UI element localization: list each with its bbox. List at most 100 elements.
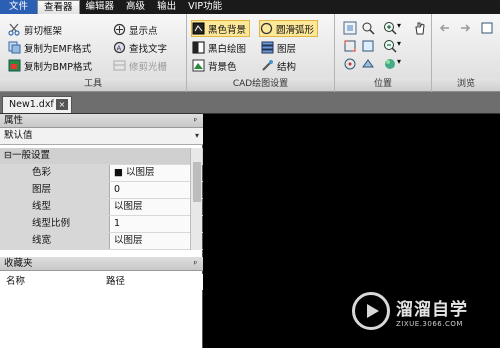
zoom-in-icon[interactable] [383,21,397,35]
property-value[interactable]: 以图层 [111,199,189,215]
menu-advanced[interactable]: 高级 [120,0,151,14]
smooth-arc-icon [260,22,273,35]
play-logo-icon [352,292,390,330]
property-row[interactable]: 线宽 以图层 [0,233,203,250]
chevron-down-icon[interactable]: ▾ [397,39,411,53]
property-row[interactable]: 图层 0 [0,182,203,199]
menu-file[interactable]: 文件 [0,0,38,14]
document-tab[interactable]: New1.dxf × [2,96,72,113]
watermark-url: ZIXUE.3066.COM [396,319,463,328]
property-row[interactable]: 色彩 ■ 以图层 [0,165,203,182]
menu-viewer[interactable]: 查看器 [37,0,80,14]
layers-icon [261,41,274,54]
fit-page-icon[interactable] [343,39,357,53]
property-row[interactable]: 线型比例 1 [0,216,203,233]
properties-dropdown[interactable]: 默认值 ▾ [0,128,203,145]
tools-caption: 工具 [0,78,186,91]
property-row[interactable]: 线型 以图层 [0,199,203,216]
column-path[interactable]: 路径 [106,274,125,290]
trim-raster-label: 修剪光栅 [129,61,168,73]
category-label: ⊟一般设置 [0,148,203,164]
clip-frame-label: 剪切框架 [24,25,63,37]
watermark: 溜溜自学 ZIXUE.3066.COM [352,284,472,338]
back-arrow-icon[interactable] [438,21,452,35]
pan-hand-icon[interactable] [413,21,427,35]
copy-bmp-button[interactable]: 复制为BMP格式 [8,57,92,74]
copy-emf-label: 复制为EMF格式 [24,43,92,55]
property-key: 线型 [0,199,110,215]
3d-view-icon[interactable] [383,57,397,71]
view-icon[interactable] [361,57,375,71]
structure-label: 结构 [277,61,297,73]
points-icon [113,23,126,36]
left-panel: 属性 ᵖ 默认值 ▾ ⊟一般设置 色彩 ■ 以图层 图层 0 线型 以图层 线型… [0,114,203,348]
property-value[interactable]: ■ 以图层 [111,165,189,181]
layers-button[interactable]: 图层 [261,39,296,56]
find-text-button[interactable]: A 查找文字 [113,39,167,56]
find-text-label: 查找文字 [129,43,168,55]
menu-output[interactable]: 输出 [151,0,182,14]
trim-raster-button[interactable]: 修剪光栅 [113,57,167,74]
property-grid: ⊟一般设置 色彩 ■ 以图层 图层 0 线型 以图层 线型比例 1 线宽 以图层 [0,148,203,250]
close-icon[interactable]: × [56,99,68,110]
monochrome-drawing-button[interactable]: 黑白绘图 [192,39,246,56]
smooth-arcs-button[interactable]: 圆滑弧形 [259,20,319,37]
scrollbar-thumb[interactable] [193,162,201,202]
property-scrollbar[interactable] [190,148,202,250]
property-value[interactable]: 以图层 [111,233,189,249]
svg-text:A: A [117,45,122,53]
document-tab-title: New1.dxf [9,99,54,110]
zoom-out-icon[interactable] [383,39,397,53]
zoom-window-icon[interactable] [361,21,375,35]
show-points-button[interactable]: 显示点 [113,21,158,38]
background-color-label: 背景色 [208,61,237,73]
structure-icon [261,59,274,72]
find-text-icon: A [113,41,126,54]
background-color-button[interactable]: 背景色 [192,57,237,74]
zoom-extents-icon[interactable] [343,21,357,35]
position-caption: 位置 [335,78,431,91]
browse-sheet-icon[interactable] [480,21,494,35]
chevron-down-icon: ▾ [194,131,199,140]
chevron-down-icon[interactable]: ▾ [397,57,411,71]
monochrome-icon [192,41,205,54]
property-key: 线型比例 [0,216,110,232]
orbit-icon[interactable] [343,57,357,71]
pin-icon[interactable]: ᵖ [194,257,197,270]
menu-vip[interactable]: VIP功能 [182,0,228,14]
copy-emf-button[interactable]: 复制为EMF格式 [8,39,91,56]
black-background-icon [192,22,205,35]
trim-raster-icon [113,59,126,72]
properties-title: 属性 [4,115,24,126]
copy-emf-icon [8,41,21,54]
chevron-down-icon[interactable]: ▾ [397,21,411,35]
property-category[interactable]: ⊟一般设置 [0,148,203,165]
browse-caption: 浏览 [432,78,500,91]
column-name[interactable]: 名称 [6,274,25,290]
scissors-icon [8,23,21,36]
structure-button[interactable]: 结构 [261,57,296,74]
monochrome-drawing-label: 黑白绘图 [208,43,247,55]
forward-arrow-icon[interactable] [458,21,472,35]
property-key: 色彩 [0,165,110,181]
favorites-header: 收藏夹 ᵖ [0,257,203,271]
properties-header: 属性 ᵖ [0,114,203,128]
pin-icon[interactable]: ᵖ [194,114,197,127]
property-value[interactable]: 1 [111,216,189,232]
favorites-column-header: 名称 路径 [0,274,203,290]
cad-settings-caption: CAD绘图设置 [187,78,334,91]
copy-bmp-icon [8,59,21,72]
property-key: 图层 [0,182,110,198]
browse-group: 浏览 [432,14,500,92]
ribbon: 剪切框架 复制为EMF格式 复制为BMP格式 显示点 A 查找文字 修剪光栅 工… [0,14,500,92]
document-tab-bar: New1.dxf × [0,92,500,114]
black-background-button[interactable]: 黑色背景 [191,20,251,37]
clip-frame-button[interactable]: 剪切框架 [8,21,62,38]
property-key: 线宽 [0,233,110,249]
position-group: ▾ ▾ ▾ 位置 [335,14,432,92]
zoom-frame-icon[interactable] [361,39,375,53]
menu-editor[interactable]: 编辑器 [80,0,121,14]
property-value[interactable]: 0 [111,182,189,198]
black-background-label: 黑色背景 [208,24,247,36]
smooth-arcs-label: 圆滑弧形 [276,24,315,36]
